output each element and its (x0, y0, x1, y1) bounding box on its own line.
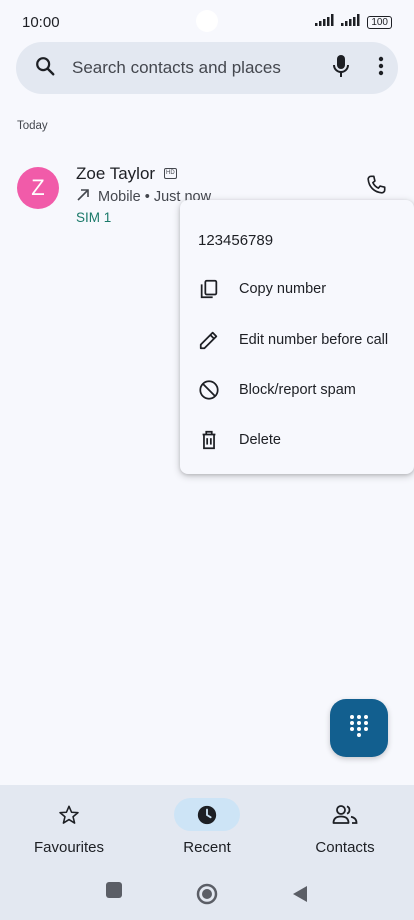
status-icons: 100 (315, 13, 392, 31)
menu-item-copy-number[interactable]: Copy number (180, 264, 414, 314)
context-menu: 123456789 Copy number Edit number before… (180, 200, 414, 474)
hd-icon: HD (164, 168, 177, 179)
battery-icon: 100 (367, 15, 392, 29)
contact-name: Zoe Taylor (76, 164, 156, 183)
clock-icon (174, 798, 240, 831)
back-triangle-icon[interactable] (291, 885, 309, 908)
status-time: 10:00 (22, 13, 60, 31)
menu-item-label: Edit number before call (239, 332, 389, 348)
phone-icon (365, 174, 387, 201)
menu-item-block-spam[interactable]: Block/report spam (180, 365, 414, 415)
search-bar[interactable]: Search contacts and places (16, 42, 398, 94)
star-icon (36, 798, 102, 831)
bottom-nav: Favourites Recent Contacts (0, 785, 414, 867)
tab-contacts[interactable]: Contacts (276, 785, 414, 867)
tab-favourites[interactable]: Favourites (0, 785, 138, 867)
trash-icon (180, 429, 240, 451)
menu-item-delete[interactable]: Delete (180, 415, 414, 465)
menu-item-label: Block/report spam (239, 382, 356, 398)
menu-phone-number: 123456789 (198, 232, 274, 249)
more-vert-icon[interactable] (378, 56, 384, 81)
tab-recent[interactable]: Recent (138, 785, 276, 867)
tab-label: Favourites (33, 839, 105, 856)
block-icon (180, 379, 240, 401)
search-icon[interactable] (34, 55, 56, 82)
menu-item-label: Copy number (239, 281, 327, 297)
home-circle-icon[interactable] (196, 883, 218, 910)
sim-label: SIM 1 (76, 210, 112, 225)
dialpad-button[interactable] (330, 699, 388, 757)
copy-icon (180, 278, 240, 300)
pencil-icon (180, 329, 240, 351)
people-icon (312, 798, 378, 831)
system-nav-bar (0, 867, 414, 920)
camera-cutout (196, 10, 218, 32)
tab-label: Recent (183, 839, 231, 856)
section-label-today: Today (17, 120, 48, 132)
signal-icon (315, 13, 335, 31)
avatar[interactable]: Z (17, 167, 59, 209)
outgoing-arrow-icon (76, 188, 90, 206)
tab-label: Contacts (315, 839, 375, 856)
recents-square-icon[interactable] (105, 881, 123, 904)
call-button[interactable] (360, 171, 392, 203)
menu-item-label: Delete (239, 432, 281, 448)
dialpad-icon (349, 714, 369, 743)
menu-item-edit-number[interactable]: Edit number before call (180, 315, 414, 365)
search-input[interactable]: Search contacts and places (72, 58, 332, 78)
signal-icon (341, 13, 361, 31)
mic-icon[interactable] (332, 54, 350, 83)
